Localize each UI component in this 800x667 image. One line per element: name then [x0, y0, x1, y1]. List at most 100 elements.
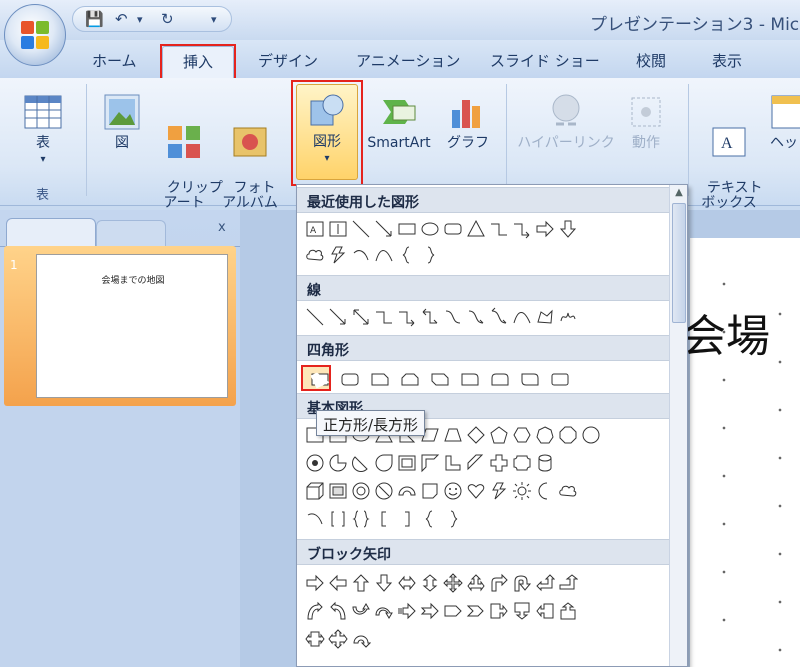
block-arc-shape-icon[interactable]: [395, 479, 418, 502]
elbow-connector-shape-icon[interactable]: [487, 217, 510, 240]
table-button[interactable]: 表 ▾: [18, 92, 68, 167]
freeform-shape-icon[interactable]: [533, 305, 556, 328]
left-brace-shape-icon[interactable]: [418, 507, 441, 530]
textbox-button[interactable]: A テキスト ボックス: [698, 92, 763, 211]
quad-arrow-shape-icon[interactable]: [441, 571, 464, 594]
right-brace-shape-icon[interactable]: [441, 507, 464, 530]
oval-shape-icon[interactable]: [418, 217, 441, 240]
arrow-line-shape-icon[interactable]: [372, 217, 395, 240]
up-arrow-callout-shape-icon[interactable]: [556, 599, 579, 622]
redo-icon[interactable]: ↻: [161, 10, 174, 28]
round-single-corner-rectangle-shape-icon[interactable]: [455, 367, 485, 390]
left-bracket-shape-icon[interactable]: [372, 507, 395, 530]
left-brace-shape-icon[interactable]: [395, 243, 418, 266]
round-diagonal-rectangle-shape-icon[interactable]: [515, 367, 545, 390]
plaque-shape-icon[interactable]: [510, 451, 533, 474]
heptagon-shape-icon[interactable]: [533, 423, 556, 446]
up-arrow-shape-icon[interactable]: [349, 571, 372, 594]
diagonal-stripe-shape-icon[interactable]: [464, 451, 487, 474]
octagon-shape-icon[interactable]: [556, 423, 579, 446]
slide-title-text[interactable]: 会場: [682, 300, 770, 364]
curved-left-arrow-shape-icon[interactable]: [326, 599, 349, 622]
down-arrow-shape-icon[interactable]: [556, 217, 579, 240]
double-bracket-shape-icon[interactable]: [326, 507, 349, 530]
scroll-up-arrow-icon[interactable]: ▲: [672, 187, 686, 201]
lightning-shape-icon[interactable]: [326, 243, 349, 266]
curve-shape-icon[interactable]: [372, 243, 395, 266]
sun-shape-icon[interactable]: [510, 479, 533, 502]
save-icon[interactable]: 💾: [85, 10, 104, 28]
chord-shape-icon[interactable]: [349, 451, 372, 474]
arrow-line-shape-icon[interactable]: [326, 305, 349, 328]
tab-animation[interactable]: アニメーション: [356, 50, 460, 71]
snip-round-rectangle-shape-icon[interactable]: [545, 367, 575, 390]
graph-button[interactable]: グラフ: [442, 92, 494, 151]
snip-corner-rectangle-shape-icon[interactable]: [365, 367, 395, 390]
scribble-shape-icon[interactable]: [556, 305, 579, 328]
left-right-arrow-callout-shape-icon[interactable]: [303, 627, 326, 650]
right-arrow-shape-icon[interactable]: [533, 217, 556, 240]
vertical-textbox-shape-icon[interactable]: [326, 217, 349, 240]
no-symbol-shape-icon[interactable]: [372, 479, 395, 502]
down-arrow-callout-shape-icon[interactable]: [510, 599, 533, 622]
double-brace-shape-icon[interactable]: [349, 507, 372, 530]
pentagon-arrow-shape-icon[interactable]: [441, 599, 464, 622]
outline-tab[interactable]: [96, 220, 166, 246]
triangle-shape-icon[interactable]: [464, 217, 487, 240]
left-arrow-callout-shape-icon[interactable]: [533, 599, 556, 622]
round-same-side-rectangle-shape-icon[interactable]: [485, 367, 515, 390]
photoalbum-button[interactable]: フォト アルバム: [220, 92, 280, 211]
slides-tab[interactable]: [6, 218, 96, 246]
double-arrow-line-shape-icon[interactable]: [349, 305, 372, 328]
curve-shape-icon[interactable]: [510, 305, 533, 328]
slide-thumbnail[interactable]: 会場までの地図: [36, 254, 228, 398]
clipart-button[interactable]: クリップ アート: [158, 92, 223, 211]
picture-button[interactable]: 図: [100, 92, 144, 151]
chevron-shape-icon[interactable]: [464, 599, 487, 622]
tab-home[interactable]: ホーム: [92, 50, 137, 71]
left-arrow-shape-icon[interactable]: [326, 571, 349, 594]
panel-close-icon[interactable]: x: [218, 220, 226, 235]
tab-slideshow[interactable]: スライド ショー: [490, 50, 600, 71]
snip-same-side-rectangle-shape-icon[interactable]: [395, 367, 425, 390]
line-shape-icon[interactable]: [303, 305, 326, 328]
curved-up-arrow-shape-icon[interactable]: [349, 599, 372, 622]
tab-review[interactable]: 校閲: [636, 50, 666, 71]
hexagon-shape-icon[interactable]: [510, 423, 533, 446]
cloud-callout-shape-icon[interactable]: [303, 243, 326, 266]
can-shape-icon[interactable]: [533, 451, 556, 474]
l-shape-icon[interactable]: [441, 451, 464, 474]
cube-shape-icon[interactable]: [303, 479, 326, 502]
arc-shape-icon[interactable]: [349, 243, 372, 266]
elbow-arrow-connector-shape-icon[interactable]: [395, 305, 418, 328]
striped-right-arrow-shape-icon[interactable]: [395, 599, 418, 622]
elbow-double-arrow-shape-icon[interactable]: [418, 305, 441, 328]
heart-shape-icon[interactable]: [464, 479, 487, 502]
moon-shape-icon[interactable]: [533, 479, 556, 502]
pentagon-shape-icon[interactable]: [487, 423, 510, 446]
up-down-arrow-shape-icon[interactable]: [418, 571, 441, 594]
right-arrow-callout-shape-icon[interactable]: [487, 599, 510, 622]
left-right-up-arrow-shape-icon[interactable]: [464, 571, 487, 594]
right-bracket-shape-icon[interactable]: [395, 507, 418, 530]
teardrop-shape-icon[interactable]: [372, 451, 395, 474]
arc-shape-icon[interactable]: [303, 507, 326, 530]
scrollbar-thumb[interactable]: [672, 203, 686, 323]
curved-arrow-connector-shape-icon[interactable]: [464, 305, 487, 328]
undo-dropdown-icon[interactable]: ▾: [137, 13, 143, 26]
decagon-shape-icon[interactable]: [579, 423, 602, 446]
frame-shape-icon[interactable]: [395, 451, 418, 474]
bent-up-arrow-shape-icon[interactable]: [556, 571, 579, 594]
office-button[interactable]: [4, 4, 66, 66]
right-brace-shape-icon[interactable]: [418, 243, 441, 266]
cloud-shape-icon[interactable]: [556, 479, 579, 502]
down-arrow-shape-icon[interactable]: [372, 571, 395, 594]
folded-corner-shape-icon[interactable]: [418, 479, 441, 502]
rectangle-shape-icon[interactable]: [395, 217, 418, 240]
cross-shape-icon[interactable]: [487, 451, 510, 474]
left-up-arrow-shape-icon[interactable]: [533, 571, 556, 594]
curved-double-arrow-shape-icon[interactable]: [487, 305, 510, 328]
left-right-arrow-shape-icon[interactable]: [395, 571, 418, 594]
curved-right-arrow-shape-icon[interactable]: [303, 599, 326, 622]
tab-view[interactable]: 表示: [712, 50, 742, 71]
